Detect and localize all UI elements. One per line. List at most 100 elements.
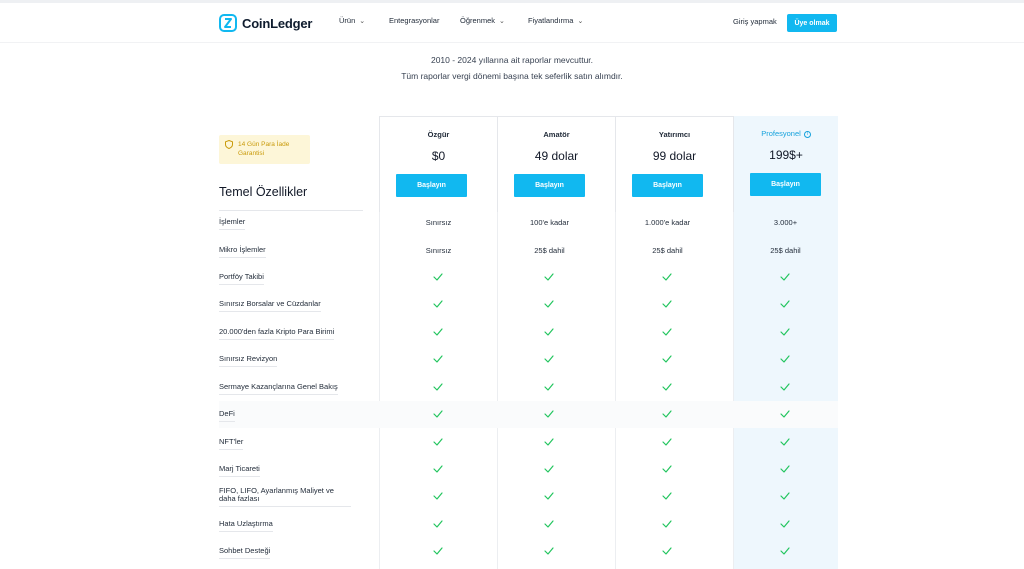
logo-text: CoinLedger — [242, 15, 313, 31]
plan-price: 199$+ — [769, 148, 803, 162]
check-icon — [780, 300, 790, 308]
table-row — [219, 401, 838, 428]
nav-label: Entegrasyonlar — [389, 16, 440, 25]
feature-label: Sınırsız Revizyon — [219, 355, 278, 367]
feature-label: NFT'ler — [219, 438, 244, 450]
feature-value: Sınırsız — [425, 246, 452, 255]
start-button-free[interactable]: Başlayın — [396, 174, 467, 197]
plan-price: 49 dolar — [534, 149, 579, 163]
check-icon — [433, 328, 443, 336]
check-icon — [662, 465, 672, 473]
plan-card-free: Özgür $0 Başlayın — [379, 116, 498, 212]
table-row — [219, 346, 838, 373]
plan-price: 99 dolar — [652, 149, 697, 163]
plan-card-investor: Yatırımcı 99 dolar Başlayın — [615, 116, 734, 212]
signup-button[interactable]: Üye olmak — [787, 14, 837, 32]
feature-label: Mikro İşlemler — [219, 246, 266, 258]
nav-integrations[interactable]: Entegrasyonlar — [389, 16, 439, 25]
plan-name: Özgür — [427, 130, 450, 139]
feature-label: Portföy Takibi — [219, 273, 264, 285]
feature-label: Sermaye Kazançlarına Genel Bakış — [219, 383, 338, 395]
chevron-down-icon: ⌄ — [359, 17, 366, 25]
check-icon — [544, 438, 554, 446]
check-icon — [433, 383, 443, 391]
plan-card-amateur: Amatör 49 dolar Başlayın — [497, 116, 616, 212]
check-icon — [780, 410, 790, 418]
nav-learn[interactable]: Öğrenmek ⌄ — [460, 16, 505, 25]
plan-price: $0 — [431, 149, 446, 163]
start-button-amateur[interactable]: Başlayın — [514, 174, 585, 197]
feature-value: 25$ dahil — [652, 246, 683, 255]
check-icon — [544, 410, 554, 418]
check-icon — [433, 410, 443, 418]
feature-label: Hata Uzlaştırma — [219, 520, 273, 532]
intro-line-2: Tüm raporlar vergi dönemi başına tek sef… — [401, 71, 623, 81]
feature-label: İşlemler — [219, 218, 246, 230]
chevron-down-icon: ⌄ — [577, 17, 584, 25]
check-icon — [662, 410, 672, 418]
check-icon — [544, 273, 554, 281]
check-icon — [780, 520, 790, 528]
check-icon — [780, 438, 790, 446]
check-icon — [662, 300, 672, 308]
check-icon — [433, 273, 443, 281]
check-icon — [662, 355, 672, 363]
table-row — [219, 511, 838, 538]
coinledger-logo-icon — [219, 14, 237, 32]
nav-pricing[interactable]: Fiyatlandırma ⌄ — [528, 16, 583, 25]
feature-label: DeFi — [219, 410, 235, 422]
check-icon — [544, 492, 554, 500]
table-row — [219, 264, 838, 291]
start-button-professional[interactable]: Başlayın — [750, 173, 821, 196]
check-icon — [662, 492, 672, 500]
shield-icon — [225, 140, 233, 149]
nav-label: Fiyatlandırma — [528, 16, 574, 25]
nav-label: Ürün — [339, 16, 356, 25]
check-icon — [780, 547, 790, 555]
logo[interactable]: CoinLedger — [219, 12, 312, 34]
plan-name: Yatırımcı — [658, 130, 691, 139]
features-title: Temel Özellikler — [219, 185, 308, 199]
intro-line-1: 2010 - 2024 yıllarına ait raporlar mevcu… — [430, 55, 594, 65]
money-back-badge: 14 Gün Para İade Garantisi — [219, 135, 310, 164]
plan-name: Amatör — [543, 130, 570, 139]
check-icon — [780, 492, 790, 500]
check-icon — [544, 300, 554, 308]
check-icon — [544, 465, 554, 473]
check-icon — [544, 383, 554, 391]
plan-card-professional: Profesyonel i 199$+ Başlayın — [734, 116, 838, 212]
check-icon — [433, 547, 443, 555]
check-icon — [662, 547, 672, 555]
check-icon — [780, 383, 790, 391]
check-icon — [433, 300, 443, 308]
check-icon — [433, 465, 443, 473]
feature-value: 3.000+ — [773, 218, 798, 227]
check-icon — [662, 383, 672, 391]
feature-label: 20.000'den fazla Kripto Para Birimi — [219, 328, 335, 340]
check-icon — [433, 438, 443, 446]
check-icon — [662, 273, 672, 281]
check-icon — [544, 547, 554, 555]
check-icon — [544, 355, 554, 363]
start-button-investor[interactable]: Başlayın — [632, 174, 703, 197]
check-icon — [780, 328, 790, 336]
feature-label: Sınırsız Borsalar ve Cüzdanlar — [219, 300, 321, 312]
plan-name-row: Profesyonel i — [734, 129, 838, 138]
check-icon — [662, 438, 672, 446]
feature-value: Sınırsız — [425, 218, 452, 227]
table-row — [219, 429, 838, 456]
check-icon — [662, 520, 672, 528]
feature-value: 25$ dahil — [770, 246, 801, 255]
nav-product[interactable]: Ürün ⌄ — [339, 16, 365, 25]
login-link[interactable]: Giriş yapmak — [733, 17, 777, 26]
check-icon — [544, 328, 554, 336]
info-icon[interactable]: i — [803, 130, 811, 138]
feature-label: Marj Ticareti — [219, 465, 260, 477]
site-header: CoinLedger Ürün ⌄ Entegrasyonlar Öğrenme… — [0, 3, 1024, 43]
check-icon — [780, 355, 790, 363]
table-row — [219, 538, 838, 565]
feature-value: 25$ dahil — [534, 246, 565, 255]
check-icon — [662, 328, 672, 336]
feature-label: FIFO, LIFO, Ayarlanmış Maliyet ve daha f… — [219, 487, 351, 507]
feature-value: 100'e kadar — [530, 218, 569, 227]
